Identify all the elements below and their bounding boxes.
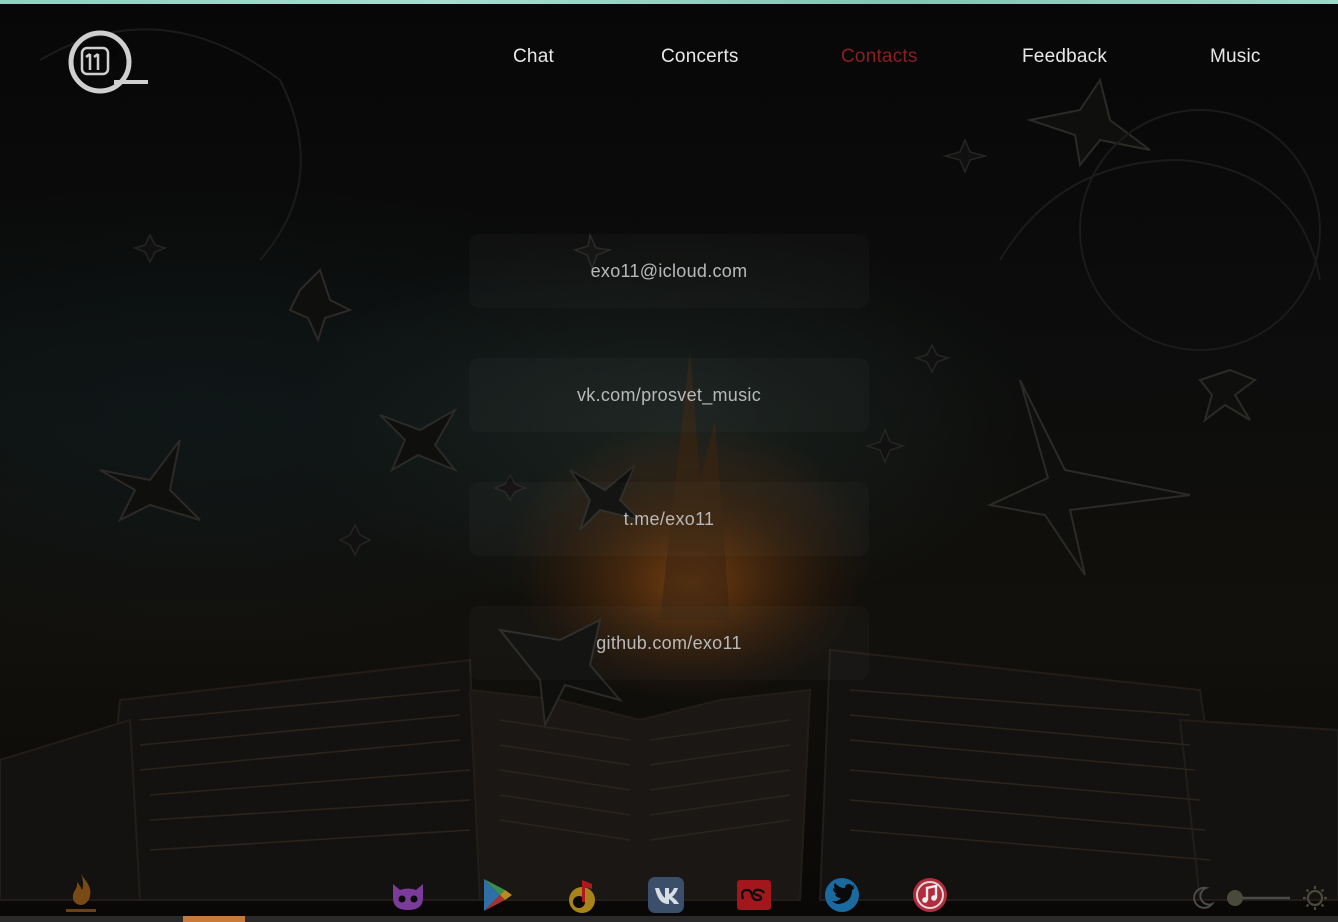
nav-item-concerts[interactable]: Concerts <box>661 46 739 68</box>
contact-vk-link[interactable]: vk.com/prosvet_music <box>469 358 869 432</box>
contact-email-link[interactable]: exo11@icloud.com <box>469 234 869 308</box>
vk-icon[interactable] <box>647 876 685 914</box>
bottom-bar <box>0 916 1338 922</box>
page-background: Chat Concerts Contacts Feedback Music ex… <box>0 0 1338 922</box>
sun-icon <box>1303 886 1327 910</box>
moon-icon <box>1193 886 1215 909</box>
theme-toggle[interactable] <box>1190 884 1330 912</box>
apple-music-icon[interactable] <box>911 876 949 914</box>
github-icon[interactable] <box>389 876 427 914</box>
main-nav: Chat Concerts Contacts Feedback Music <box>0 46 1338 76</box>
contact-telegram-link[interactable]: t.me/exo11 <box>469 482 869 556</box>
contact-github-link[interactable]: github.com/exo11 <box>469 606 869 680</box>
nav-item-contacts[interactable]: Contacts <box>841 46 918 68</box>
bottom-bar-accent <box>183 916 245 922</box>
nav-item-feedback[interactable]: Feedback <box>1022 46 1107 68</box>
yandex-music-icon[interactable] <box>563 876 601 914</box>
background-artwork <box>0 28 1338 901</box>
nav-item-music[interactable]: Music <box>1210 46 1261 68</box>
flame-icon[interactable] <box>64 872 98 914</box>
twitter-icon[interactable] <box>823 876 861 914</box>
google-play-icon[interactable] <box>478 876 516 914</box>
theme-slider-handle <box>1227 890 1243 906</box>
lastfm-icon[interactable] <box>735 876 773 914</box>
nav-item-chat[interactable]: Chat <box>513 46 554 68</box>
